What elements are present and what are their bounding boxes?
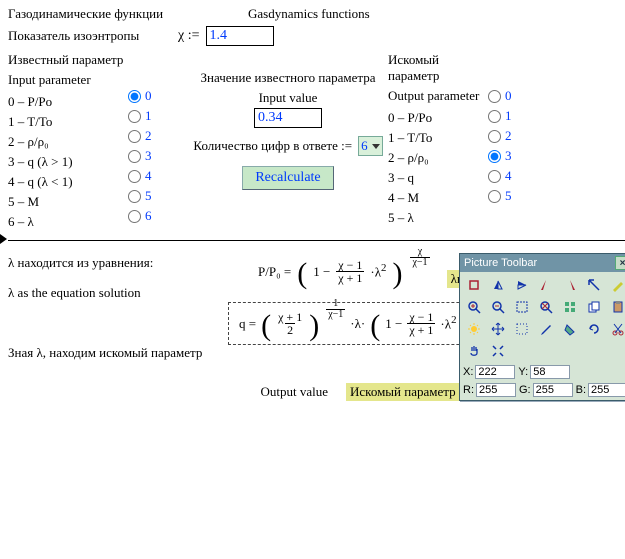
- known-lambda-label: Зная λ, находим искомый параметр: [8, 345, 228, 361]
- marquee-icon[interactable]: [511, 319, 533, 339]
- output-radio-5[interactable]: 5: [488, 186, 548, 206]
- isoentropy-label: Показатель изоэнтропы: [8, 28, 178, 44]
- lambda-equation-label-en: λ as the equation solution: [8, 285, 228, 301]
- paste-icon[interactable]: [607, 297, 625, 317]
- zoom-out-icon[interactable]: [487, 297, 509, 317]
- flip-h-icon[interactable]: [487, 275, 509, 295]
- sought-param-heading-en: Output parameter: [388, 88, 488, 104]
- known-param-heading-ru: Известный параметр: [8, 52, 128, 68]
- lambda-equation-label-ru: λ находится из уравнения:: [8, 255, 228, 271]
- known-param-heading-en: Input parameter: [8, 72, 128, 88]
- output-radio-0[interactable]: 0: [488, 86, 548, 106]
- coord-x-input[interactable]: [475, 365, 515, 379]
- chi-symbol: χ :=: [178, 28, 200, 44]
- contract-icon[interactable]: [487, 341, 509, 361]
- eyedropper-icon[interactable]: [535, 319, 557, 339]
- divider: [8, 240, 625, 241]
- output-radio-2[interactable]: 2: [488, 126, 548, 146]
- title-en: Gasdynamics functions: [248, 6, 428, 22]
- rgb-r-input[interactable]: [476, 383, 516, 397]
- input-value-label-en: Input value: [188, 90, 388, 106]
- pencil-icon[interactable]: [607, 275, 625, 295]
- close-icon[interactable]: ×: [615, 256, 625, 270]
- cut-icon[interactable]: [607, 319, 625, 339]
- input-value-field[interactable]: [254, 108, 322, 128]
- input-radio-6[interactable]: 6: [128, 206, 188, 226]
- coordinates-row: X: Y:: [460, 364, 625, 382]
- select-region-icon[interactable]: [511, 297, 533, 317]
- zoom-in-icon[interactable]: [463, 297, 485, 317]
- toolbar-titlebar[interactable]: Picture Toolbar ×: [460, 254, 625, 272]
- rgb-row: R: G: B:: [460, 382, 625, 400]
- title-ru: Газодинамические функции: [8, 6, 208, 22]
- copy-icon[interactable]: [583, 297, 605, 317]
- chevron-down-icon: [372, 144, 380, 149]
- output-option-label: 3 – q: [388, 168, 488, 188]
- output-value-label: Output value: [8, 384, 346, 400]
- rgb-g-input[interactable]: [533, 383, 573, 397]
- fill-icon[interactable]: [559, 319, 581, 339]
- crop-icon[interactable]: [463, 275, 485, 295]
- output-option-label: 2 – ρ/ρ₀: [388, 148, 488, 168]
- input-option-label: 3 – q (λ > 1): [8, 152, 128, 172]
- rgb-b-input[interactable]: [588, 383, 625, 397]
- input-option-label: 5 – M: [8, 192, 128, 212]
- input-radio-5[interactable]: 5: [128, 186, 188, 206]
- zoom-cancel-icon[interactable]: [535, 297, 557, 317]
- output-option-label: 5 – λ: [388, 208, 488, 228]
- sought-param-heading-ru: Искомый параметр: [388, 52, 488, 84]
- undo-icon[interactable]: [583, 319, 605, 339]
- output-option-label: 4 – M: [388, 188, 488, 208]
- coord-y-input[interactable]: [530, 365, 570, 379]
- flip-v-icon[interactable]: [511, 275, 533, 295]
- rotate-left-icon[interactable]: [535, 275, 557, 295]
- hand-icon[interactable]: [463, 341, 485, 361]
- chi-input[interactable]: [206, 26, 274, 46]
- input-radio-3[interactable]: 3: [128, 146, 188, 166]
- input-radio-1[interactable]: 1: [128, 106, 188, 126]
- recalculate-button[interactable]: Recalculate: [242, 166, 333, 190]
- input-radio-4[interactable]: 4: [128, 166, 188, 186]
- output-radio-4[interactable]: 4: [488, 166, 548, 186]
- output-option-label: 1 – T/To: [388, 128, 488, 148]
- input-option-label: 2 – ρ/ρ₀: [8, 132, 128, 152]
- triangle-marker-icon: [0, 234, 7, 244]
- grid-icon[interactable]: [559, 297, 581, 317]
- input-radio-2[interactable]: 2: [128, 126, 188, 146]
- input-value-label-ru: Значение известного параметра: [188, 70, 388, 86]
- picture-toolbar[interactable]: Picture Toolbar × X: Y: R: G: B:: [459, 253, 625, 401]
- input-option-label: 0 – P/Po: [8, 92, 128, 112]
- input-option-label: 1 – T/To: [8, 112, 128, 132]
- output-radio-3[interactable]: 3: [488, 146, 548, 166]
- digits-label: Количество цифр в ответе :=: [193, 138, 352, 154]
- input-radio-0[interactable]: 0: [128, 86, 188, 106]
- input-option-label: 4 – q (λ < 1): [8, 172, 128, 192]
- toolbar-title-text: Picture Toolbar: [464, 257, 537, 269]
- rotate-right-icon[interactable]: [559, 275, 581, 295]
- arrow-nw-icon[interactable]: [583, 275, 605, 295]
- digits-dropdown[interactable]: 6: [358, 136, 383, 156]
- input-option-label: 6 – λ: [8, 212, 128, 232]
- output-option-label: 0 – P/Po: [388, 108, 488, 128]
- move-icon[interactable]: [487, 319, 509, 339]
- brightness-icon[interactable]: [463, 319, 485, 339]
- output-radio-1[interactable]: 1: [488, 106, 548, 126]
